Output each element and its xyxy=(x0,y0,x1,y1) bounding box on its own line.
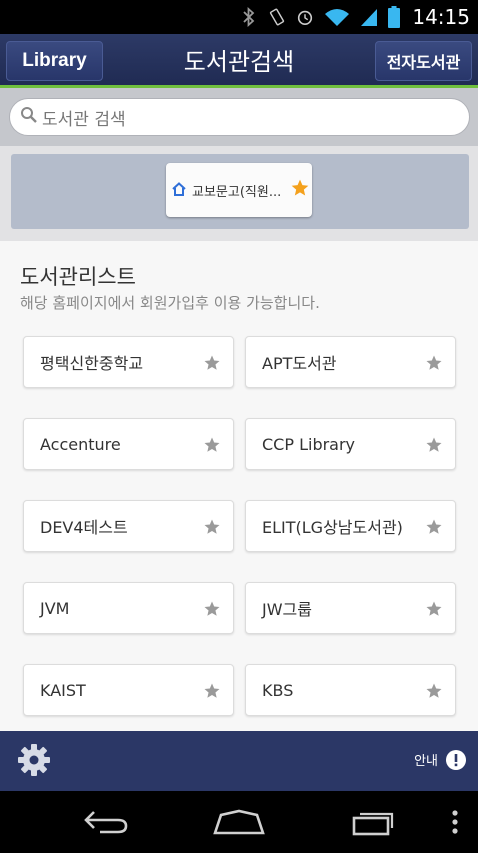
star-icon[interactable] xyxy=(425,354,443,372)
star-icon[interactable] xyxy=(425,436,443,454)
bottom-toolbar: 안내 xyxy=(0,731,478,791)
library-item-name: JVM xyxy=(40,598,70,618)
library-item[interactable]: 평택신한중학교 xyxy=(23,336,234,388)
gear-icon[interactable] xyxy=(17,743,51,777)
search-input[interactable]: 도서관 검색 xyxy=(9,98,470,136)
favorites-panel: 교보문고(직원... xyxy=(11,154,469,229)
library-item[interactable]: JW그룹 xyxy=(245,582,456,634)
library-item[interactable]: JVM xyxy=(23,582,234,634)
star-icon[interactable] xyxy=(425,682,443,700)
star-icon[interactable] xyxy=(203,600,221,618)
clock: 14:15 xyxy=(412,5,470,29)
app-header: 도서관검색 Library 전자도서관 xyxy=(0,34,478,88)
home-icon xyxy=(172,181,186,200)
library-item-name: KBS xyxy=(262,680,294,700)
alarm-icon xyxy=(296,7,314,27)
library-item-name: CCP Library xyxy=(262,434,356,454)
library-item[interactable]: KBS xyxy=(245,664,456,716)
star-icon[interactable] xyxy=(290,178,310,202)
library-button[interactable]: Library xyxy=(6,41,103,81)
library-item[interactable]: APT도서관 xyxy=(245,336,456,388)
library-item-name: APT도서관 xyxy=(262,354,337,373)
search-icon xyxy=(20,106,38,128)
status-bar: 14:15 xyxy=(0,0,478,34)
star-icon[interactable] xyxy=(203,682,221,700)
library-list-section: 도서관리스트 해당 홈페이지에서 회원가입후 이용 가능합니다. 평택신한중학교… xyxy=(0,241,478,731)
library-item[interactable]: KAIST xyxy=(23,664,234,716)
star-icon[interactable] xyxy=(203,436,221,454)
guide-label[interactable]: 안내 xyxy=(414,750,438,769)
search-bar: 도서관 검색 xyxy=(0,88,478,146)
library-item-name: 평택신한중학교 xyxy=(40,354,144,373)
library-item-name: ELIT(LG상남도서관) xyxy=(262,518,403,537)
star-icon[interactable] xyxy=(203,518,221,536)
library-item-name: JW그룹 xyxy=(262,600,312,619)
search-placeholder: 도서관 검색 xyxy=(42,109,126,130)
star-icon[interactable] xyxy=(203,354,221,372)
signal-icon xyxy=(360,7,378,27)
home-nav-icon[interactable] xyxy=(212,805,266,839)
battery-icon xyxy=(388,6,401,28)
favorites-area: 교보문고(직원... xyxy=(0,146,478,241)
library-list-subtitle: 해당 홈페이지에서 회원가입후 이용 가능합니다. xyxy=(20,294,320,312)
library-list-title: 도서관리스트 xyxy=(20,265,136,289)
star-icon[interactable] xyxy=(425,600,443,618)
library-item-name: Accenture xyxy=(40,434,121,454)
star-icon[interactable] xyxy=(425,518,443,536)
library-item[interactable]: CCP Library xyxy=(245,418,456,470)
library-item[interactable]: Accenture xyxy=(23,418,234,470)
ebook-library-button[interactable]: 전자도서관 xyxy=(375,41,472,81)
favorite-library-label: 교보문고(직원... xyxy=(192,184,282,200)
library-item-name: KAIST xyxy=(40,680,86,700)
library-item[interactable]: DEV4테스트 xyxy=(23,500,234,552)
library-item[interactable]: ELIT(LG상남도서관) xyxy=(245,500,456,552)
recent-apps-icon[interactable] xyxy=(348,805,400,839)
vibrate-icon xyxy=(268,7,286,27)
back-icon[interactable] xyxy=(80,805,132,839)
info-icon[interactable] xyxy=(446,750,466,770)
library-item-name: DEV4테스트 xyxy=(40,518,128,537)
favorite-library-item[interactable]: 교보문고(직원... xyxy=(166,163,312,217)
bluetooth-icon xyxy=(240,7,258,27)
wifi-icon xyxy=(324,7,350,27)
overflow-menu-icon[interactable] xyxy=(448,805,462,839)
system-nav-bar xyxy=(0,791,478,853)
